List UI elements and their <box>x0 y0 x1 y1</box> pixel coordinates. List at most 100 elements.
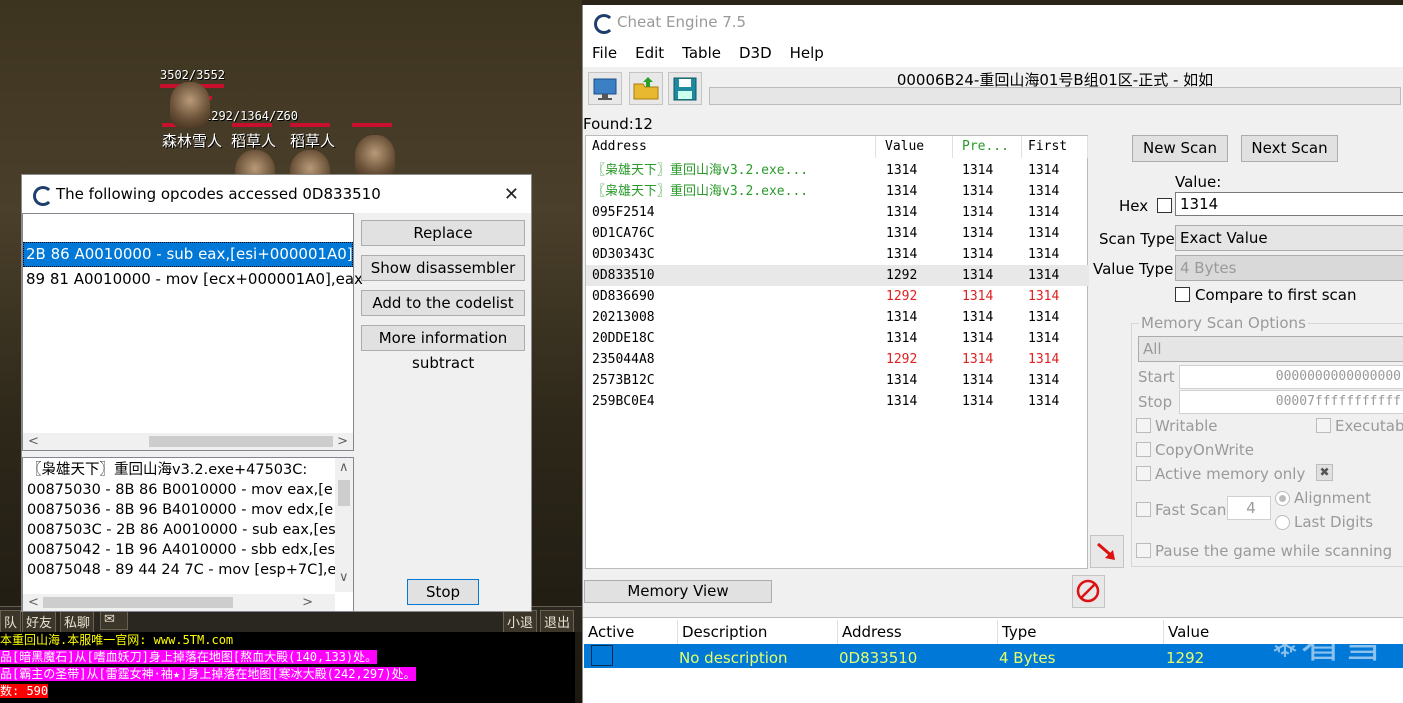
entry-description[interactable]: No description <box>679 646 788 670</box>
exit-button[interactable]: 退出 <box>540 610 575 633</box>
copy-on-write-checkbox[interactable] <box>1136 442 1151 457</box>
new-scan-button[interactable]: New Scan <box>1132 135 1228 162</box>
result-row[interactable]: 259BC0E4 1314 1314 1314 <box>586 391 1089 412</box>
active-checkbox[interactable] <box>591 645 613 666</box>
add-to-codelist-button[interactable]: Add to the codelist <box>361 290 525 316</box>
vertical-scrollbar[interactable]: ∧ ∨ <box>335 458 353 592</box>
opcode-list[interactable]: 2B 86 A0010000 - sub eax,[esi+000001A0] … <box>22 213 363 451</box>
horizontal-scrollbar[interactable]: < > <box>23 594 335 611</box>
opcode-list-item[interactable]: 2B 86 A0010000 - sub eax,[esi+000001A0] <box>23 242 353 267</box>
clear-list-button[interactable] <box>1072 575 1105 608</box>
last-digits-radio[interactable] <box>1275 515 1290 530</box>
scroll-left-icon[interactable]: < <box>28 434 39 449</box>
result-row[interactable]: 0D836690 1292 1314 1314 <box>586 286 1089 307</box>
column-type[interactable]: Type <box>998 620 1164 644</box>
mail-icon[interactable]: ✉ <box>100 610 128 630</box>
scan-type-select[interactable]: Exact Value <box>1175 225 1403 251</box>
scroll-left-icon[interactable]: < <box>28 595 39 610</box>
scroll-right-icon[interactable]: > <box>337 434 348 449</box>
entry-type[interactable]: 4 Bytes <box>999 646 1055 670</box>
result-row[interactable]: 20DDE18C 1314 1314 1314 <box>586 328 1089 349</box>
result-row[interactable]: 095F2514 1314 1314 1314 <box>586 202 1089 223</box>
column-first[interactable]: First <box>1022 136 1088 158</box>
disasm-line[interactable]: 00875030 - 8B 86 B0010000 - mov eax,[e <box>23 480 353 500</box>
more-information-button[interactable]: More information <box>361 325 525 351</box>
logout-small-button[interactable]: 小退 <box>503 610 538 633</box>
column-address[interactable]: Address <box>838 620 998 644</box>
add-address-button[interactable] <box>1090 535 1124 568</box>
value-type-select[interactable]: 4 Bytes <box>1175 255 1403 281</box>
disasm-line[interactable]: 00875042 - 1B 96 A4010000 - sbb edx,[es <box>23 540 353 560</box>
scroll-down-icon[interactable]: ∨ <box>339 570 349 585</box>
menu-edit[interactable]: Edit <box>626 44 673 62</box>
result-row[interactable]: 〖枭雄天下〗重回山海v3.2.exe... 1314 1314 1314 <box>586 181 1089 202</box>
computer-icon <box>593 78 617 100</box>
entry-value[interactable]: 1292 <box>1166 646 1204 670</box>
result-value: 1314 <box>886 184 918 199</box>
replace-button[interactable]: Replace <box>361 220 525 246</box>
clear-icon[interactable]: ✖ <box>1316 464 1333 481</box>
fast-scan-input[interactable]: 4 <box>1227 496 1271 520</box>
menu-help[interactable]: Help <box>781 44 833 62</box>
memory-region-select[interactable]: All <box>1138 336 1403 362</box>
result-row[interactable]: 2573B12C 1314 1314 1314 <box>586 370 1089 391</box>
result-address: 259BC0E4 <box>592 394 655 409</box>
disassembly-view[interactable]: 〖枭雄天下〗重回山海v3.2.exe+47503C: 00875030 - 8B… <box>22 457 354 612</box>
hex-checkbox[interactable] <box>1157 198 1172 213</box>
column-previous[interactable]: Pre... <box>956 136 1022 158</box>
result-row[interactable]: 0D833510 1292 1314 1314 <box>586 265 1089 286</box>
writable-checkbox[interactable] <box>1136 418 1151 433</box>
result-row[interactable]: 0D1CA76C 1314 1314 1314 <box>586 223 1089 244</box>
disasm-line[interactable]: 00875036 - 8B 96 B4010000 - mov edx,[e <box>23 500 353 520</box>
menu-table[interactable]: Table <box>673 44 730 62</box>
tab-team[interactable]: 队 <box>0 610 22 633</box>
disasm-line[interactable]: 00875048 - 89 44 24 7C - mov [esp+7C],e <box>23 560 353 580</box>
close-icon[interactable]: ✕ <box>504 184 519 205</box>
column-address[interactable]: Address <box>586 136 876 158</box>
result-row[interactable]: 〖枭雄天下〗重回山海v3.2.exe... 1314 1314 1314 <box>586 160 1089 181</box>
opcode-list-item[interactable]: 89 81 A0010000 - mov [ecx+000001A0],eax <box>23 267 363 292</box>
stop-button[interactable]: Stop <box>407 579 479 605</box>
tab-private[interactable]: 私聊 <box>60 610 95 633</box>
start-address-input[interactable]: 0000000000000000 <box>1179 365 1403 389</box>
tab-friends[interactable]: 好友 <box>22 610 57 633</box>
menu-d3d[interactable]: D3D <box>730 44 781 62</box>
scrollbar-thumb[interactable] <box>43 597 233 608</box>
hp-bar <box>352 123 392 127</box>
scroll-right-icon[interactable]: > <box>302 595 313 610</box>
result-row[interactable]: 235044A8 1292 1314 1314 <box>586 349 1089 370</box>
hp-bar <box>290 123 330 127</box>
column-value[interactable]: Value <box>879 136 953 158</box>
fast-scan-checkbox[interactable] <box>1136 502 1151 517</box>
scrollbar-thumb[interactable] <box>149 436 333 447</box>
result-address: 095F2514 <box>592 205 655 220</box>
scan-results-list[interactable]: Address Value Pre... First 〖枭雄天下〗重回山海v3.… <box>585 135 1089 569</box>
result-row[interactable]: 20213008 1314 1314 1314 <box>586 307 1089 328</box>
disasm-line[interactable]: 0087503C - 2B 86 A0010000 - sub eax,[es <box>23 520 353 540</box>
column-description[interactable]: Description <box>678 620 838 644</box>
horizontal-scrollbar[interactable]: < > <box>23 433 353 450</box>
value-input[interactable]: 1314 <box>1175 192 1403 216</box>
copy-on-write-label: CopyOnWrite <box>1155 441 1254 459</box>
opcode-access-dialog: The following opcodes accessed 0D833510 … <box>21 174 532 612</box>
result-first: 1314 <box>1028 310 1060 325</box>
executable-checkbox[interactable] <box>1316 418 1331 433</box>
active-memory-checkbox[interactable] <box>1136 466 1151 481</box>
select-process-button[interactable] <box>588 72 622 105</box>
memory-view-button[interactable]: Memory View <box>584 580 772 603</box>
alignment-radio[interactable] <box>1275 491 1290 506</box>
next-scan-button[interactable]: Next Scan <box>1241 135 1338 162</box>
menu-file[interactable]: File <box>583 44 626 62</box>
save-button[interactable] <box>668 72 702 105</box>
column-active[interactable]: Active <box>584 620 678 644</box>
stop-address-input[interactable]: 00007fffffffffff <box>1179 390 1403 414</box>
scroll-up-icon[interactable]: ∧ <box>339 460 349 475</box>
open-file-button[interactable] <box>629 72 663 105</box>
result-row[interactable]: 0D30343C 1314 1314 1314 <box>586 244 1089 265</box>
show-disassembler-button[interactable]: Show disassembler <box>361 255 525 281</box>
monster-sprite[interactable] <box>170 82 210 128</box>
pause-game-checkbox[interactable] <box>1136 543 1151 558</box>
scrollbar-thumb[interactable] <box>338 480 350 506</box>
compare-first-checkbox[interactable] <box>1175 287 1190 302</box>
entry-address[interactable]: 0D833510 <box>839 646 917 670</box>
